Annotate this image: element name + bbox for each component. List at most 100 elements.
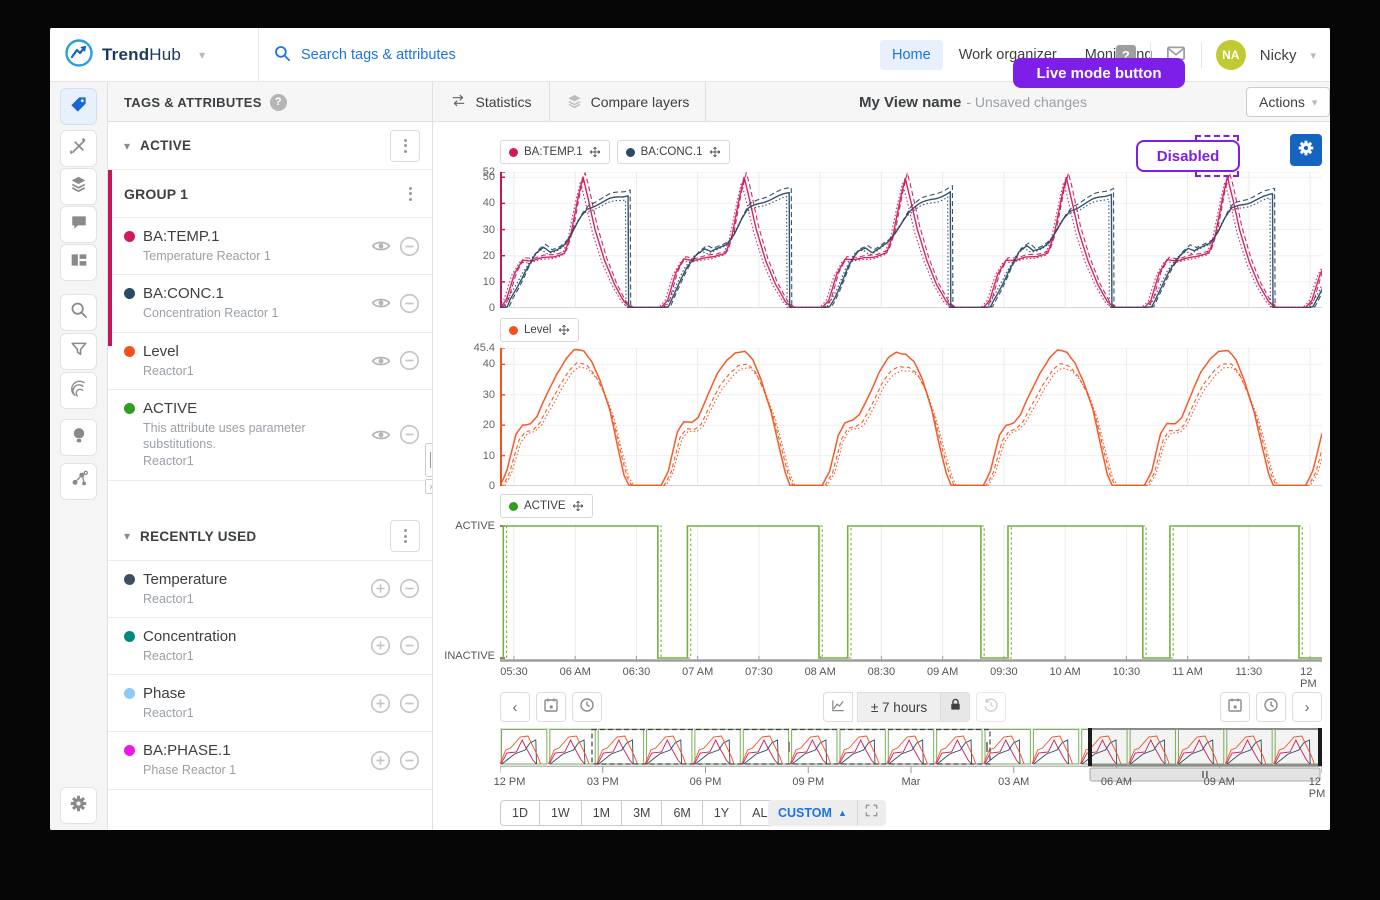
rail-button-dashboard[interactable] xyxy=(60,244,97,281)
tag-description: Reactor1 xyxy=(143,363,371,379)
remove-tag-icon[interactable] xyxy=(399,578,420,599)
move-icon[interactable] xyxy=(572,500,584,512)
section-collapse-caret[interactable]: ▾ xyxy=(124,139,130,153)
avatar[interactable]: NA xyxy=(1216,40,1246,70)
actions-button[interactable]: Actions ▾ xyxy=(1246,87,1330,117)
nav-home[interactable]: Home xyxy=(880,40,943,70)
statistics-button[interactable]: Statistics xyxy=(433,82,550,122)
fullscreen-toggle-button[interactable] xyxy=(858,800,886,826)
section-menu-button[interactable] xyxy=(390,130,420,162)
range-button-3m[interactable]: 3M xyxy=(621,800,662,826)
digital-level-label: ACTIVE xyxy=(433,520,495,532)
tags-help-icon[interactable]: ? xyxy=(270,94,287,111)
remove-tag-icon[interactable] xyxy=(399,635,420,656)
range-button-1d[interactable]: 1D xyxy=(500,800,540,826)
duration-display[interactable]: ± 7 hours xyxy=(857,692,941,722)
remove-tag-icon[interactable] xyxy=(399,293,420,314)
custom-range-button[interactable]: CUSTOM▲ xyxy=(768,806,857,820)
range-button-1m[interactable]: 1M xyxy=(581,800,622,826)
chevron-right-icon: › xyxy=(1305,699,1310,716)
end-date-button[interactable] xyxy=(1220,692,1250,722)
remove-tag-icon[interactable] xyxy=(399,693,420,714)
visibility-toggle-icon[interactable] xyxy=(371,353,391,369)
legend-chip-ba-temp-1[interactable]: BA:TEMP.1 xyxy=(500,140,610,164)
tag-name: Concentration xyxy=(143,628,236,645)
pan-right-button[interactable]: › xyxy=(1292,692,1322,722)
remove-tag-icon[interactable] xyxy=(399,236,420,257)
end-time-button[interactable] xyxy=(1256,692,1286,722)
tag-item-ba-temp-1[interactable]: BA:TEMP.1Temperature Reactor 1 xyxy=(108,218,432,275)
rail-button-comments[interactable] xyxy=(60,206,97,243)
tag-name: Level xyxy=(143,343,179,360)
actions-caret-icon: ▾ xyxy=(1312,96,1318,109)
range-button-1y[interactable]: 1Y xyxy=(702,800,741,826)
tags-panel: ▾ACTIVEGROUP 1BA:TEMP.1Temperature React… xyxy=(108,122,433,830)
panel-resize-handle[interactable] xyxy=(425,443,433,477)
layers-icon xyxy=(566,93,583,112)
section-menu-button[interactable] xyxy=(390,520,420,552)
rail-button-formulas[interactable] xyxy=(60,130,97,167)
brand-caret-icon[interactable]: ▾ xyxy=(199,48,205,62)
time-tick-label: 05:30 xyxy=(500,666,528,678)
lock-duration-button[interactable] xyxy=(940,692,970,722)
tag-item-temperature[interactable]: TemperatureReactor1 xyxy=(108,561,432,618)
visibility-toggle-icon[interactable] xyxy=(371,427,391,443)
rail-button-filter[interactable] xyxy=(60,333,97,370)
calendar-icon xyxy=(1227,697,1243,717)
context-bar[interactable] xyxy=(500,728,1322,782)
tag-item-level[interactable]: Level Reactor1 xyxy=(108,333,432,390)
user-menu-caret-icon[interactable]: ▾ xyxy=(1310,49,1316,62)
range-button-1w[interactable]: 1W xyxy=(539,800,582,826)
panel-collapse-button[interactable]: × xyxy=(425,479,433,494)
move-icon[interactable] xyxy=(709,146,721,158)
chart-0-plot[interactable] xyxy=(500,172,1322,308)
tag-item-ba-conc-1[interactable]: BA:CONC.1Concentration Reactor 1 xyxy=(108,275,432,332)
compare-layers-button[interactable]: Compare layers xyxy=(550,82,706,122)
time-tick-label: 08 AM xyxy=(805,666,836,678)
compare-mode-button[interactable] xyxy=(823,692,853,722)
tag-item-ba-phase-1[interactable]: BA:PHASE.1Phase Reactor 1 xyxy=(108,732,432,789)
comments-icon xyxy=(70,213,88,236)
group-menu-button[interactable] xyxy=(405,183,416,205)
start-date-button[interactable] xyxy=(536,692,566,722)
y-tick-label: 10 xyxy=(433,450,495,462)
rail-button-fingerprint[interactable] xyxy=(60,372,97,409)
remove-tag-icon[interactable] xyxy=(399,750,420,771)
add-tag-icon[interactable] xyxy=(370,635,391,656)
rail-button-tags[interactable] xyxy=(60,88,97,125)
remove-tag-icon[interactable] xyxy=(399,350,420,371)
y-tick-label: 0 xyxy=(433,302,495,314)
remove-tag-icon[interactable] xyxy=(399,424,420,445)
range-button-6m[interactable]: 6M xyxy=(661,800,702,826)
section-collapse-caret[interactable]: ▾ xyxy=(124,529,130,543)
move-icon[interactable] xyxy=(558,324,570,336)
rail-button-context[interactable] xyxy=(60,463,97,500)
chart-2-plot[interactable] xyxy=(500,524,1322,662)
rail-button-layers[interactable] xyxy=(60,168,97,205)
rail-button-recommendations[interactable] xyxy=(60,419,97,456)
rail-button-settings[interactable] xyxy=(60,787,97,824)
search-bar[interactable]: Search tags & attributes xyxy=(274,28,456,82)
legend-chip-ba-conc-1[interactable]: BA:CONC.1 xyxy=(617,140,730,164)
start-time-button[interactable] xyxy=(572,692,602,722)
pan-left-button[interactable]: ‹ xyxy=(500,692,530,722)
user-name[interactable]: Nicky xyxy=(1260,47,1297,64)
add-tag-icon[interactable] xyxy=(370,750,391,771)
group-row[interactable]: GROUP 1 xyxy=(108,170,432,218)
add-tag-icon[interactable] xyxy=(370,578,391,599)
move-icon[interactable] xyxy=(589,146,601,158)
reset-time-button[interactable] xyxy=(976,692,1006,722)
tag-item-concentration[interactable]: ConcentrationReactor1 xyxy=(108,618,432,675)
tag-item-active[interactable]: ACTIVEThis attribute uses parameter subs… xyxy=(108,390,432,481)
legend-chip-active[interactable]: ACTIVE xyxy=(500,494,593,518)
visibility-toggle-icon[interactable] xyxy=(371,238,391,254)
view-toolbar: TAGS & ATTRIBUTES ? Statistics Compare l… xyxy=(108,82,1330,122)
add-tag-icon[interactable] xyxy=(370,693,391,714)
chart-1-plot[interactable] xyxy=(500,348,1322,486)
rail-button-search[interactable] xyxy=(60,294,97,331)
visibility-toggle-icon[interactable] xyxy=(371,295,391,311)
chart-settings-button[interactable] xyxy=(1290,134,1322,166)
legend-chip-level[interactable]: Level xyxy=(500,318,579,342)
tag-item-phase[interactable]: PhaseReactor1 xyxy=(108,675,432,732)
brand[interactable]: TrendHub ▾ xyxy=(64,28,208,82)
